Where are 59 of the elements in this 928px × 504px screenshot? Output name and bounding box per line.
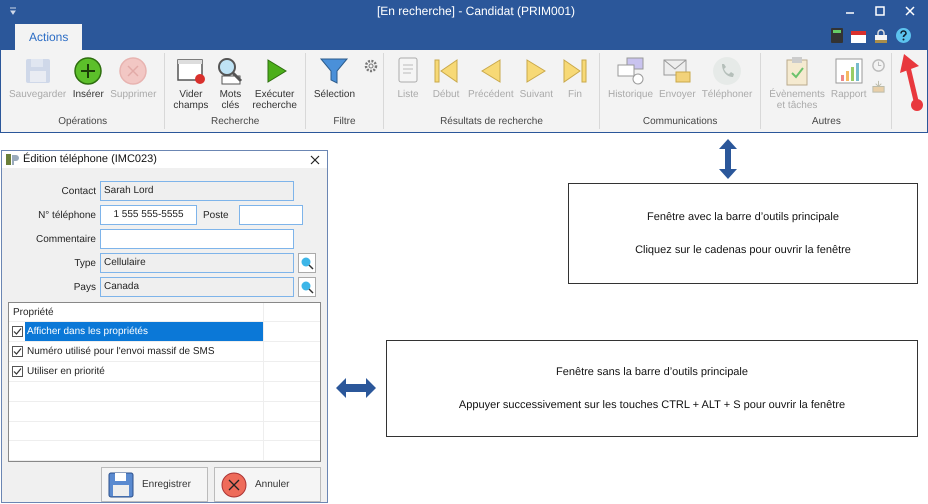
note-text: Fenêtre sans la barre d’outils principale [556, 365, 748, 380]
plus-circle-icon [72, 55, 104, 87]
readonly-field[interactable]: Cellulaire [100, 253, 294, 273]
lock-icon[interactable] [874, 28, 888, 42]
input-field[interactable] [100, 229, 294, 249]
group-label: Résultats de recherche [439, 115, 544, 129]
input-field[interactable] [239, 205, 303, 225]
ribbon-button[interactable]: Mots clés [211, 53, 250, 115]
close-icon[interactable] [310, 154, 320, 164]
field-label: Poste [203, 208, 230, 222]
cross-circle-icon [117, 55, 150, 87]
checkbox[interactable] [12, 326, 23, 337]
field-label: N° téléphone [37, 208, 96, 222]
ribbon-button[interactable]: Insérer [69, 53, 108, 115]
calculator-icon[interactable] [831, 28, 843, 43]
group-label: Communications [642, 115, 718, 129]
column-header: Propriété [9, 303, 264, 321]
ribbon-button[interactable]: Vider champs [170, 53, 212, 115]
vertical-double-arrow [718, 139, 738, 179]
group-label: Autres [810, 115, 842, 129]
property-row[interactable]: Utiliser en priorité [25, 362, 263, 381]
property-row[interactable]: Numéro utilisé pour l'envoi massif de SMS [25, 342, 263, 361]
search-button[interactable] [298, 277, 316, 297]
readonly-field[interactable]: Sarah Lord [100, 181, 294, 201]
checkbox[interactable] [12, 346, 23, 357]
input-field[interactable]: 1 555 555-5555 [100, 205, 197, 225]
phone-icon [711, 55, 743, 87]
ribbon-button[interactable]: Sélection [310, 53, 358, 115]
field-label: Pays [72, 280, 96, 294]
note-text: Cliquez sur le cadenas pour ouvrir la fenêtre [635, 242, 851, 258]
note-text: Fenêtre avec la barre d’outils principale [647, 210, 839, 225]
group-label: Recherche [210, 115, 260, 129]
horizontal-double-arrow [336, 377, 376, 399]
field-label: Type [73, 256, 96, 270]
property-row[interactable]: Afficher dans les propriétés [25, 322, 263, 341]
search-button[interactable] [298, 253, 316, 273]
checkbox[interactable] [12, 366, 23, 377]
cross-circle-icon [221, 472, 247, 498]
maximize-icon[interactable] [875, 6, 885, 16]
field-label: Contact [60, 184, 96, 198]
calendar-icon[interactable] [851, 28, 866, 42]
chat-bubbles-icon [614, 55, 646, 87]
readonly-field[interactable]: Canada [100, 277, 294, 297]
ribbon-button[interactable]: Exécuter recherche [249, 53, 300, 115]
dialog-button[interactable]: Enregistrer [101, 467, 208, 502]
dialog-button[interactable]: Annuler [214, 467, 321, 502]
window-title: [En recherche] - Candidat (PRIM001) [376, 2, 576, 20]
floppy-icon [108, 472, 134, 498]
ribbon-tab[interactable]: Actions [15, 24, 82, 50]
gear-icon[interactable] [364, 59, 378, 73]
group-label: Filtre [332, 115, 357, 129]
pointer-arrow [898, 52, 926, 114]
help-icon[interactable] [896, 28, 911, 43]
dialog-title: Édition téléphone (IMC023) [23, 152, 158, 168]
app-logo-icon [6, 154, 19, 165]
quick-access-icon[interactable] [9, 6, 17, 14]
note-text: Appuyer successivement sur les touches CTRL + ALT + S pour ouvrir la fenêtre [458, 398, 846, 412]
field-label: Commentaire [34, 232, 96, 246]
group-label: Opérations [57, 115, 108, 129]
